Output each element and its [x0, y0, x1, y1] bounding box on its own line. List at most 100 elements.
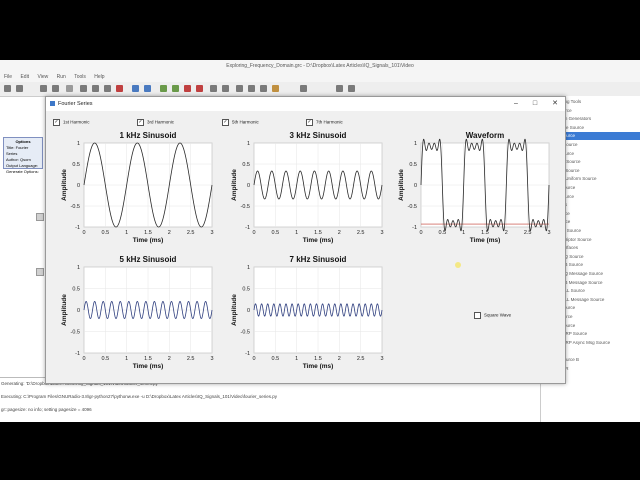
- y-tick-label: 0: [247, 183, 250, 189]
- rotate-cw-icon[interactable]: [222, 85, 229, 92]
- chart-4: 0 0.5 1 1.5 2 2.5 3 1 0.5 0 -0.5 -1 7 kHz Sinusoid Ti…: [231, 255, 384, 370]
- x-tick-label: 2: [168, 230, 171, 236]
- y-tick-label: 0.5: [72, 287, 80, 293]
- options-block-line: Title: Fourier Series: [6, 145, 29, 156]
- y-tick-label: 0: [414, 183, 417, 189]
- x-axis-label: Time (ms): [133, 363, 164, 370]
- block-port-stub[interactable]: [36, 213, 44, 221]
- x-tick-label: 0: [82, 230, 85, 236]
- grc-menu-bar: File Edit View Run Tools Help: [0, 72, 640, 82]
- close-icon[interactable]: [52, 85, 59, 92]
- x-tick-label: 2: [505, 230, 508, 236]
- y-tick-label: 0.5: [409, 162, 417, 168]
- y-axis-label: Amplitude: [231, 294, 238, 326]
- x-tick-label: 1: [125, 356, 128, 362]
- undo-icon[interactable]: [132, 85, 139, 92]
- menu-tools[interactable]: Tools: [74, 74, 86, 80]
- y-tick-label: -1: [75, 351, 80, 357]
- y-tick-label: 1: [247, 265, 250, 271]
- x-tick-label: 1.5: [314, 230, 322, 236]
- x-tick-label: 2: [338, 356, 341, 362]
- save-icon[interactable]: [40, 85, 47, 92]
- find-icon[interactable]: [272, 85, 279, 92]
- y-tick-label: -0.5: [241, 330, 250, 336]
- chart-title: 7 kHz Sinusoid: [290, 255, 347, 264]
- x-axis-label: Time (ms): [470, 237, 501, 244]
- y-tick-label: 1: [414, 141, 417, 147]
- screen-capture-icon[interactable]: [66, 85, 73, 92]
- x-axis-label: Time (ms): [303, 363, 334, 370]
- x-tick-label: 0: [82, 356, 85, 362]
- console-line: gr::pagesize: no info; setting pagesize …: [1, 407, 92, 412]
- x-tick-label: 3: [547, 230, 550, 236]
- y-tick-label: 0: [77, 183, 80, 189]
- rotate-ccw-icon[interactable]: [210, 85, 217, 92]
- open-icon[interactable]: [16, 85, 23, 92]
- chart-2: 0 0.5 1 1.5 2 2.5 310.50-0.5-1WaveformTime (ms…: [398, 131, 551, 244]
- x-tick-label: 3: [210, 356, 213, 362]
- cut-icon[interactable]: [80, 85, 87, 92]
- x-tick-label: 2.5: [357, 356, 365, 362]
- x-tick-label: 0: [252, 230, 255, 236]
- y-axis-label: Amplitude: [61, 169, 68, 201]
- chart-title: 3 kHz Sinusoid: [290, 131, 347, 140]
- x-tick-label: 1.5: [144, 230, 152, 236]
- x-tick-label: 2.5: [357, 230, 365, 236]
- x-tick-label: 0.5: [272, 356, 280, 362]
- x-tick-label: 3: [380, 356, 383, 362]
- y-tick-label: -0.5: [241, 204, 250, 210]
- y-tick-label: 0.5: [242, 287, 250, 293]
- x-tick-label: 1: [295, 230, 298, 236]
- menu-help[interactable]: Help: [94, 74, 104, 80]
- menu-edit[interactable]: Edit: [20, 74, 29, 80]
- reload-icon[interactable]: [300, 85, 307, 92]
- x-axis-label: Time (ms): [303, 237, 334, 244]
- y-tick-label: 1: [247, 141, 250, 147]
- menu-run[interactable]: Run: [57, 74, 66, 80]
- copy-icon[interactable]: [92, 85, 99, 92]
- chart-3: 0 0.5 1 1.5 2 2.5 3 1 0.5 0 -0.5 -1 5 kHz Sinusoid Ti…: [61, 255, 214, 370]
- x-tick-label: 1: [125, 230, 128, 236]
- x-tick-label: 0.5: [102, 230, 110, 236]
- y-axis-label: Amplitude: [398, 169, 405, 201]
- menu-file[interactable]: File: [4, 74, 12, 80]
- disable-icon[interactable]: [248, 85, 255, 92]
- x-tick-label: 1: [295, 356, 298, 362]
- y-tick-label: -0.5: [408, 204, 417, 210]
- x-tick-label: 0.5: [102, 356, 110, 362]
- enable-icon[interactable]: [236, 85, 243, 92]
- grc-toolbar: [0, 82, 640, 97]
- block-port-stub[interactable]: [36, 268, 44, 276]
- x-tick-label: 2.5: [187, 356, 195, 362]
- y-tick-label: -1: [412, 225, 417, 231]
- new-icon[interactable]: [4, 85, 11, 92]
- paste-icon[interactable]: [104, 85, 111, 92]
- stop-icon[interactable]: [196, 85, 203, 92]
- x-tick-label: 1.5: [144, 356, 152, 362]
- options-block[interactable]: Options Title: Fourier Series Author: Qs…: [3, 137, 43, 174]
- redo-icon[interactable]: [144, 85, 151, 92]
- chart-title: 1 kHz Sinusoid: [120, 131, 177, 140]
- kill-icon[interactable]: [184, 85, 191, 92]
- execute-icon[interactable]: [172, 85, 179, 92]
- generate-icon[interactable]: [160, 85, 167, 92]
- chart-1: 0 0.5 1 1.5 2 2.5 3 1 0.5 0 -0.5 -1 3 kHz Sinusoid Ti…: [231, 131, 384, 244]
- console-line: Executing: C:\Program Files\GNURadio-3.8…: [1, 394, 278, 399]
- search-icon[interactable]: [336, 85, 343, 92]
- y-tick-label: 0: [77, 308, 80, 314]
- options-block-line: Generate Options:: [6, 169, 39, 174]
- delete-icon[interactable]: [116, 85, 123, 92]
- y-tick-label: 0.5: [72, 162, 80, 168]
- x-tick-label: 3: [210, 230, 213, 236]
- x-tick-label: 0.5: [272, 230, 280, 236]
- y-axis-label: Amplitude: [231, 169, 238, 201]
- x-tick-label: 2.5: [187, 230, 195, 236]
- menu-view[interactable]: View: [37, 74, 48, 80]
- x-tick-label: 1.5: [314, 356, 322, 362]
- x-tick-label: 0: [252, 356, 255, 362]
- y-tick-label: -1: [245, 351, 250, 357]
- x-tick-label: 0: [419, 230, 422, 236]
- properties-icon[interactable]: [348, 85, 355, 92]
- grc-title-bar: Exploring_Frequency_Domain.grc - D:\Drop…: [0, 60, 640, 72]
- bypass-icon[interactable]: [260, 85, 267, 92]
